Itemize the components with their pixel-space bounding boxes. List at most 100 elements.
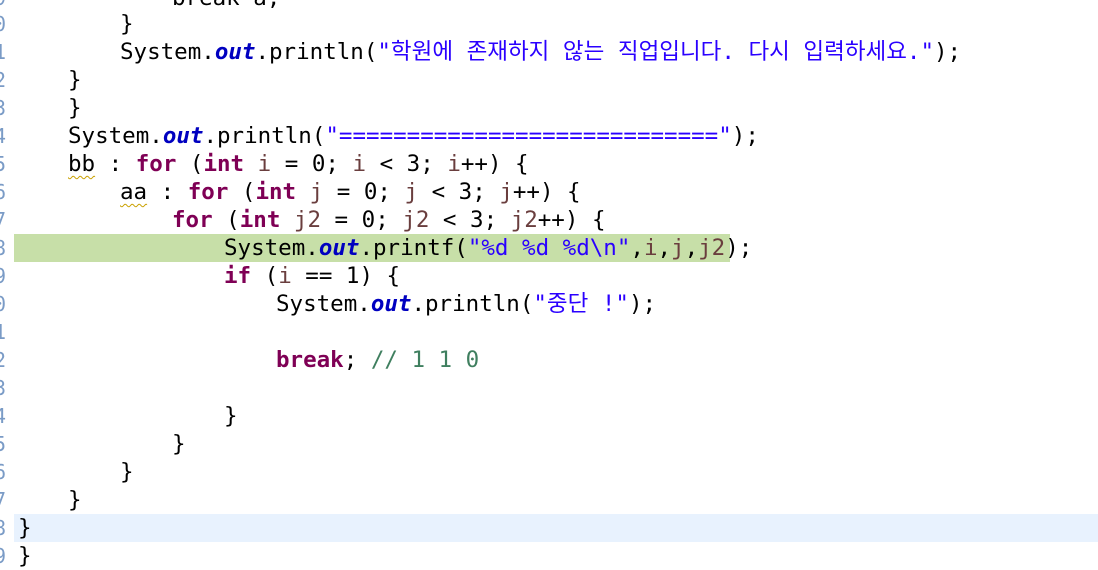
code-token: bb [68,151,96,177]
code-token: "학원에 존재하지 않는 직업입니다. 다시 입력하세요." [377,39,935,65]
code-token: j [404,179,419,205]
code-token: out [214,39,256,65]
code-line-text: } [172,430,186,458]
code-token: for [135,151,177,177]
code-token: } [68,67,82,93]
code-line-text: } [18,514,32,542]
code-token: System. [276,291,371,317]
code-token: i [352,151,367,177]
code-token: int [255,179,297,205]
code-line-text: } [68,66,82,94]
code-token: , [657,235,672,261]
code-token: ( [176,151,204,177]
code-token: j2 [402,207,430,233]
code-token: if [224,263,252,289]
code-token: i [257,151,272,177]
code-token: int [203,151,245,177]
code-token: ); [628,291,657,317]
code-token: .printf( [359,235,468,261]
code-token: ); [725,235,753,261]
code-token: } [68,487,82,513]
code-token: == 1) { [291,263,401,289]
code-token: ++) { [537,207,606,233]
code-token: , [630,235,644,261]
code-line[interactable]: for (int j2 = 0; j2 < 3; j2++) { [0,206,1098,234]
code-token: } [68,95,82,121]
code-line[interactable]: System.out.println("====================… [0,122,1098,150]
code-line-text: System.out.printf("%d %d %d\n",i,j,j2); [224,234,752,262]
code-token: System. [120,39,215,65]
code-token: < 3; [418,179,500,205]
code-token: aa [120,179,148,205]
code-line-text: } [224,402,238,430]
code-line[interactable]: } [0,514,1098,542]
code-line[interactable]: } [0,486,1098,514]
code-line[interactable]: if (i == 1) { [0,262,1098,290]
code-token: .println( [203,123,326,149]
code-token: = 0; [271,151,353,177]
code-token: j2 [293,207,322,233]
code-token: < 3; [429,207,511,233]
code-line-text: } [120,10,134,38]
code-line-text: aa : for (int j = 0; j < 3; j++) { [120,178,581,206]
code-token: for [172,207,213,233]
code-token: } [120,11,134,37]
code-token: : [147,179,188,205]
code-token: i [643,235,658,261]
code-token: System. [68,123,163,149]
code-token: out [370,291,412,317]
code-line-text: } [18,542,32,570]
code-token: : [95,151,136,177]
code-token: j2 [510,207,538,233]
code-line[interactable]: } [0,402,1098,430]
code-line-text: if (i == 1) { [224,262,400,290]
code-line[interactable]: bb : for (int i = 0; i < 3; i++) { [0,150,1098,178]
code-token: int [239,207,281,233]
code-token: ; [343,347,371,373]
code-token: } [18,543,32,569]
code-token: ); [731,123,759,149]
code-line-text: for (int j2 = 0; j2 < 3; j2++) { [172,206,606,234]
code-token: j [671,235,685,261]
code-token: ++) { [460,151,529,177]
code-token: } [18,515,32,541]
code-token: = 0; [323,179,405,205]
code-line[interactable]: } [0,66,1098,94]
code-token: < 3; [366,151,448,177]
code-token: j [499,179,513,205]
code-token: } [224,403,238,429]
code-line[interactable]: } [0,430,1098,458]
code-line[interactable] [0,374,1098,402]
code-line[interactable] [0,318,1098,346]
code-token: } [172,431,186,457]
code-line-text: } [120,458,134,486]
code-token: // 1 1 0 [370,347,480,373]
code-token: i [447,151,461,177]
code-token: , [684,235,699,261]
code-token: "============================" [325,123,732,149]
code-token: out [162,123,204,149]
code-token: j [309,179,324,205]
code-line[interactable]: } [0,458,1098,486]
code-token: } [120,459,134,485]
code-line[interactable]: break; // 1 1 0 [0,346,1098,374]
code-line[interactable]: } [0,542,1098,570]
code-token: for [187,179,229,205]
code-token: ++) { [512,179,581,205]
code-line[interactable]: System.out.println("중단 !"); [0,290,1098,318]
code-line[interactable]: } [0,10,1098,38]
code-token: ( [212,207,240,233]
code-line-text: System.out.println("학원에 존재하지 않는 직업입니다. 다… [120,38,961,66]
code-line[interactable]: } [0,94,1098,122]
code-token: ); [934,39,962,65]
code-token: "중단 !" [533,291,629,317]
code-line[interactable]: System.out.println("학원에 존재하지 않는 직업입니다. 다… [0,38,1098,66]
code-token: "%d %d %d\n" [467,235,631,261]
code-token: break [276,347,344,373]
code-line[interactable]: aa : for (int j = 0; j < 3; j++) { [0,178,1098,206]
code-line[interactable]: System.out.printf("%d %d %d\n",i,j,j2); [0,234,1098,262]
code-token: System. [224,235,319,261]
code-token: i [278,263,292,289]
